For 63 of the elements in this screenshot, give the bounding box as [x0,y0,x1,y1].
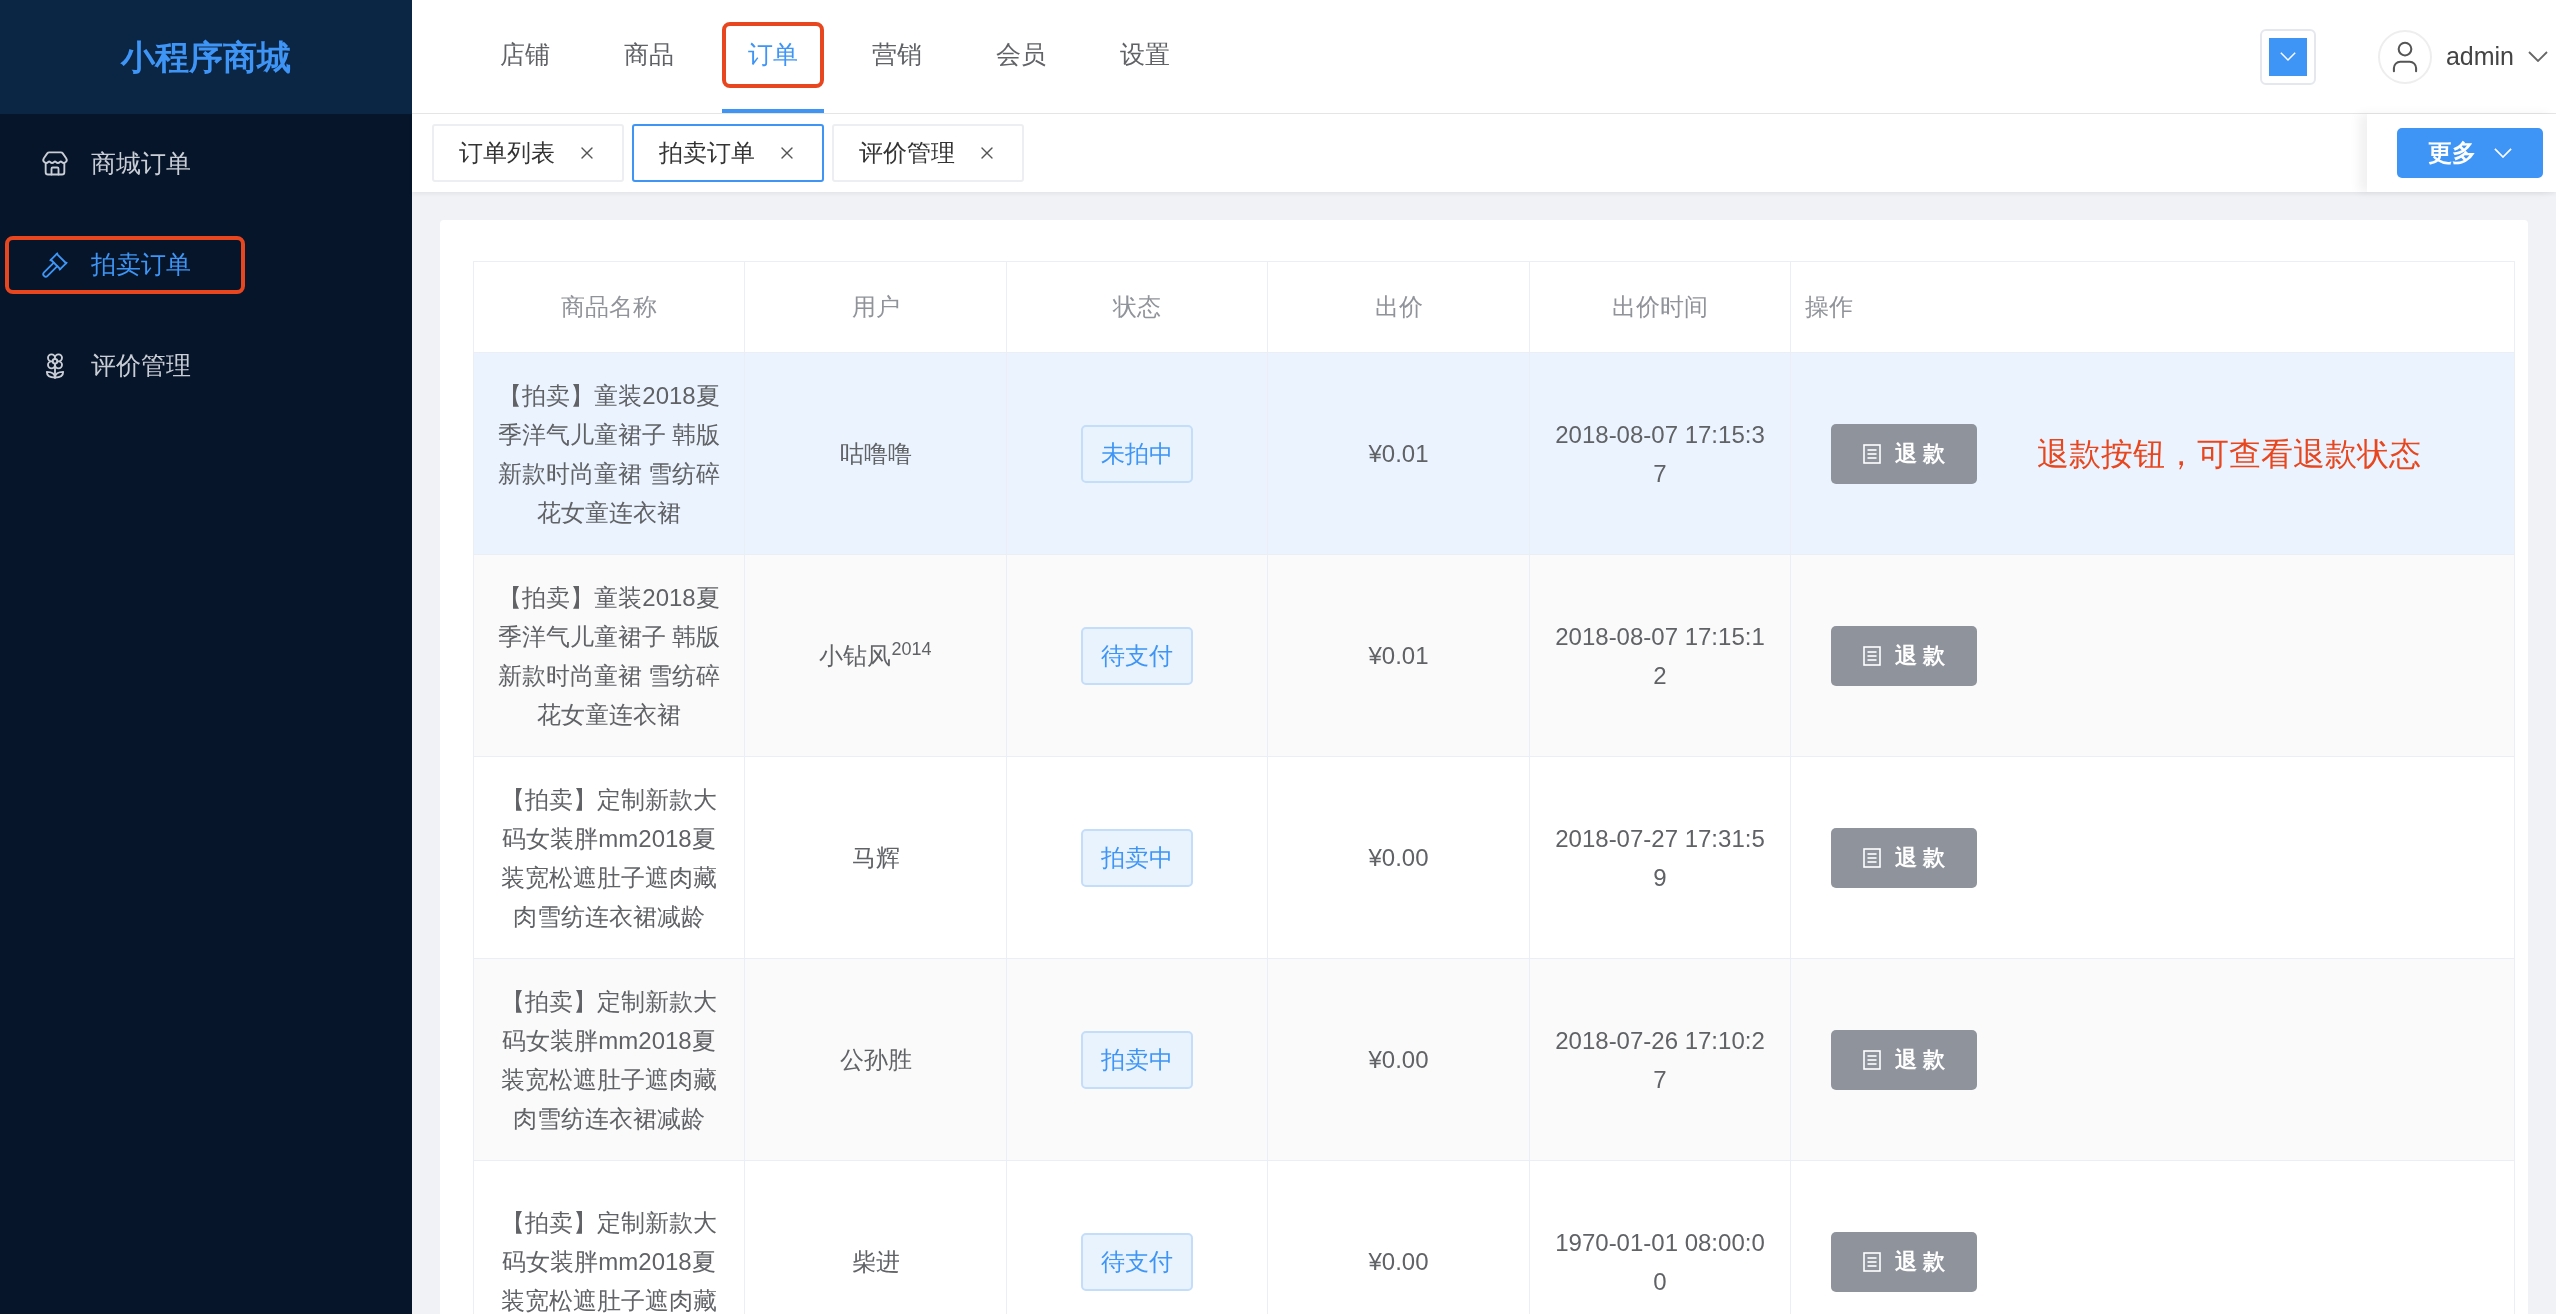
table-cell-text: 公孙胜 [839,1044,912,1075]
dropdown-button[interactable] [2259,28,2316,85]
table-cell-text: 【拍卖】童装2018夏季洋气儿童裙子 韩版新款时尚童裙 雪纺碎花女童连衣裙 [496,582,722,730]
table-cell-text: 【拍卖】定制新款大码女装胖mm2018夏装宽松遮肚子遮肉藏肉雪纺连衣裙减龄 [500,784,718,932]
table-cell-text: 咕噜噜 [839,438,912,469]
table-cell-text: 1970-01-01 08:00:0 0 [1555,1227,1765,1297]
sidebar-item[interactable]: 商城订单 [5,135,245,193]
table-cell-text: 【拍卖】定制新款大码女装胖mm2018夏装宽松遮肚子遮肉藏 [500,1208,718,1314]
nav-tab[interactable]: 订单 [722,21,824,88]
nav-tab[interactable]: 店铺 [474,21,576,88]
annotation-note: 退款按钮，可查看退款状态 [2037,434,2421,474]
column-header: 商品名称 [474,262,745,352]
table-cell-text: 马辉 [851,842,900,873]
table-row[interactable]: 【拍卖】童装2018夏季洋气儿童裙子 韩版新款时尚童裙 雪纺碎花女童连衣裙 咕噜噜 未拍中 ¥0.01 2018-08-07 17:15:3 7 退 款 退款按钮，可查看退款状态 [474,353,2514,555]
table-cell-text: ¥0.00 [1368,1044,1429,1075]
column-header: 用户 [745,262,1007,352]
table-cell-text: ¥0.01 [1368,438,1429,469]
logo-title: 小程序商城 [121,36,291,78]
store-icon [41,150,69,178]
document-icon [1862,1049,1881,1070]
status-tag: 拍卖中 [1081,1030,1193,1089]
more-button[interactable]: 更多 [2397,128,2543,178]
chevron-icon [2494,148,2512,158]
column-header: 出价 [1268,262,1530,352]
table-row[interactable]: 【拍卖】定制新款大码女装胖mm2018夏装宽松遮肚子遮肉藏肉雪纺连衣裙减龄 马辉 拍卖中 ¥0.00 2018-07-27 17:31:5 9 退 款 [474,757,2514,959]
nav-tab[interactable]: 设置 [1094,21,1196,88]
document-icon [1862,443,1881,464]
table-cell-text: 【拍卖】童装2018夏季洋气儿童裙子 韩版新款时尚童裙 雪纺碎花女童连衣裙 [496,380,722,528]
nav-tab[interactable]: 会员 [970,21,1072,88]
table-row[interactable]: 【拍卖】童装2018夏季洋气儿童裙子 韩版新款时尚童裙 雪纺碎花女童连衣裙 小钻风$^{2014}$ 待支付 ¥0.01 2018-08-07 17:15:1 2 退 款 [474,555,2514,757]
table-cell-text: 小钻风$^{2014}$ [819,637,932,671]
page-tab[interactable]: 拍卖订单 [632,124,824,182]
table-cell-text: 2018-08-07 17:15:3 7 [1555,419,1765,489]
chevron-icon [2528,51,2548,62]
page-tab[interactable]: 评价管理 [832,124,1024,182]
avatar[interactable] [2377,29,2432,84]
sidebar-item[interactable]: 拍卖订单 [5,236,245,294]
user-name[interactable]: admin [2445,37,2514,76]
gavel-icon [41,251,69,279]
status-tag: 待支付 [1081,626,1193,685]
page-tab[interactable]: 订单列表 [432,124,624,182]
column-header: 操作 [1804,292,1854,322]
column-header: 状态 [1007,262,1268,352]
document-icon [1862,847,1881,868]
status-tag: 拍卖中 [1081,828,1193,887]
table-cell-text: 2018-07-26 17:10:2 7 [1555,1025,1765,1095]
document-icon [1862,645,1881,666]
status-tag: 待支付 [1081,1232,1193,1291]
chevron-icon [2279,52,2296,61]
status-tag: 未拍中 [1081,424,1193,483]
table-cell-text: ¥0.00 [1368,1246,1429,1277]
table-cell-text: ¥0.00 [1368,842,1429,873]
table-cell-text: 2018-08-07 17:15:1 2 [1555,621,1765,691]
column-header: 出价时间 [1530,262,1791,352]
table-cell-text: ¥0.01 [1368,640,1429,671]
table-cell-text: 【拍卖】定制新款大码女装胖mm2018夏装宽松遮肚子遮肉藏肉雪纺连衣裙减龄 [500,986,718,1134]
nav-tab[interactable]: 营销 [846,21,948,88]
table-row[interactable]: 【拍卖】定制新款大码女装胖mm2018夏装宽松遮肚子遮肉藏肉雪纺连衣裙减龄 公孙胜 拍卖中 ¥0.00 2018-07-26 17:10:2 7 退 款 [474,959,2514,1161]
sidebar-item[interactable]: 评价管理 [5,337,245,395]
nav-tab[interactable]: 商品 [598,21,700,88]
document-icon [1862,1251,1881,1272]
table-cell-text: 柴进 [851,1246,900,1277]
table-cell-text: 2018-07-27 17:31:5 9 [1555,823,1765,893]
